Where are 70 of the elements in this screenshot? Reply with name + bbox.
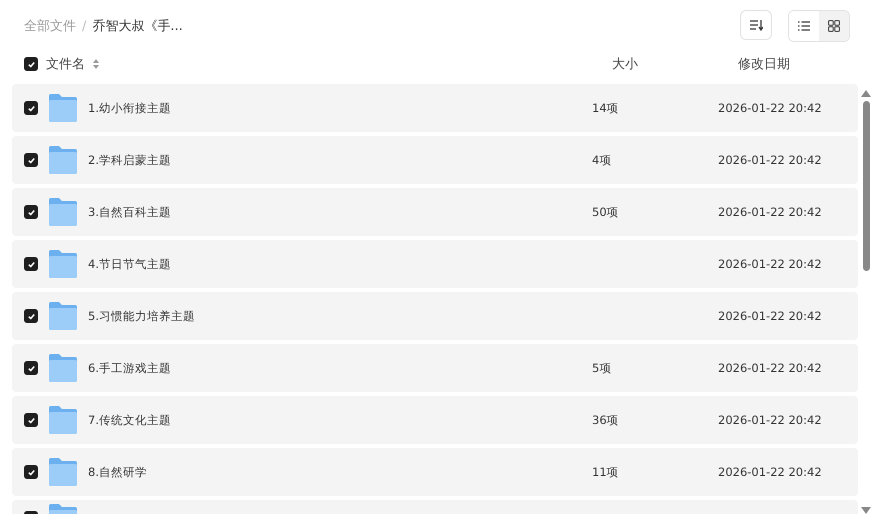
checkbox[interactable]: [24, 257, 38, 271]
modified-date: 2026-01-22 20:42: [718, 153, 822, 167]
modified-date: 2026-01-22 20:42: [718, 361, 822, 375]
checkmark-icon: [26, 260, 36, 268]
file-row[interactable]: 5.习惯能力培养主题 2026-01-22 20:42: [12, 292, 858, 340]
folder-icon: [48, 302, 78, 330]
modified-date: 2026-01-22 20:42: [718, 205, 822, 219]
sort-button[interactable]: [740, 10, 772, 40]
checkbox[interactable]: [24, 101, 38, 115]
checkmark-icon: [26, 364, 36, 372]
breadcrumb-item[interactable]: 乔智大叔《手...: [92, 17, 183, 35]
grid-icon: [828, 20, 840, 32]
checkbox[interactable]: [24, 465, 38, 479]
folder-name: 1.幼小衔接主题: [88, 100, 171, 116]
file-row[interactable]: 3.自然百科主题 50项 2026-01-22 20:42: [12, 188, 858, 236]
folder-icon: [48, 146, 78, 174]
folder-name: 3.自然百科主题: [88, 204, 171, 220]
file-row[interactable]: 1.幼小衔接主题 14项 2026-01-22 20:42: [12, 84, 858, 132]
folder-name: 7.传统文化主题: [88, 412, 171, 428]
modified-date: 2026-01-22 20:42: [718, 257, 822, 271]
checkbox[interactable]: [24, 153, 38, 167]
checkmark-icon: [26, 468, 36, 476]
scrollbar-thumb[interactable]: [862, 101, 870, 271]
column-header: 大小: [612, 56, 639, 73]
file-row[interactable]: 6.手工游戏主题 5项 2026-01-22 20:42: [12, 344, 858, 392]
item-count: 14项: [592, 100, 619, 114]
folder-icon: [48, 198, 78, 226]
item-count: 4项: [592, 152, 612, 166]
sort-arrows-icon[interactable]: [93, 59, 99, 69]
checkbox[interactable]: [24, 413, 38, 427]
checkmark-icon: [26, 312, 36, 320]
modified-date: 2026-01-22 20:42: [718, 413, 822, 427]
scroll-down-icon[interactable]: [861, 507, 871, 514]
checkbox[interactable]: [24, 205, 38, 219]
sort-icon: [749, 19, 763, 31]
list-icon: [798, 21, 810, 31]
folder-name: 4.节日节气主题: [88, 256, 171, 272]
item-count: 5项: [592, 360, 612, 374]
folder-icon: [48, 354, 78, 382]
checkbox[interactable]: [24, 57, 38, 71]
folder-icon: [48, 458, 78, 486]
item-count: 50项: [592, 204, 619, 218]
file-row[interactable]: 2.学科启蒙主题 4项 2026-01-22 20:42: [12, 136, 858, 184]
checkbox[interactable]: [24, 309, 38, 323]
grid-view-button[interactable]: [819, 11, 849, 41]
folder-name: 6.手工游戏主题: [88, 360, 171, 376]
file-row[interactable]: 7.传统文化主题 36项 2026-01-22 20:42: [12, 396, 858, 444]
folder-icon: [48, 250, 78, 278]
checkbox[interactable]: [24, 361, 38, 375]
checkmark-icon: [26, 208, 36, 216]
scroll-up-icon[interactable]: [861, 90, 871, 97]
folder-name: 8.自然研学: [88, 464, 147, 480]
file-row[interactable]: 4.节日节气主题 2026-01-22 20:42: [12, 240, 858, 288]
modified-date: 2026-01-22 20:42: [718, 465, 822, 479]
breadcrumb-separator: /: [82, 18, 86, 34]
column-header[interactable]: 文件名: [46, 55, 85, 73]
column-header: 修改日期: [738, 56, 791, 73]
item-count: 11项: [592, 464, 619, 478]
folder-icon: [48, 406, 78, 434]
modified-date: 2026-01-22 20:42: [718, 101, 822, 115]
file-row[interactable]: 8.自然研学 11项 2026-01-22 20:42: [12, 448, 858, 496]
item-count: 36项: [592, 412, 619, 426]
folder-name: 2.学科启蒙主题: [88, 152, 171, 168]
folder-name: 5.习惯能力培养主题: [88, 308, 195, 324]
checkmark-icon: [26, 104, 36, 112]
modified-date: 2026-01-22 20:42: [718, 309, 822, 323]
checkmark-icon: [26, 60, 36, 68]
checkmark-icon: [26, 156, 36, 164]
folder-icon: [48, 94, 78, 122]
checkmark-icon: [26, 416, 36, 424]
